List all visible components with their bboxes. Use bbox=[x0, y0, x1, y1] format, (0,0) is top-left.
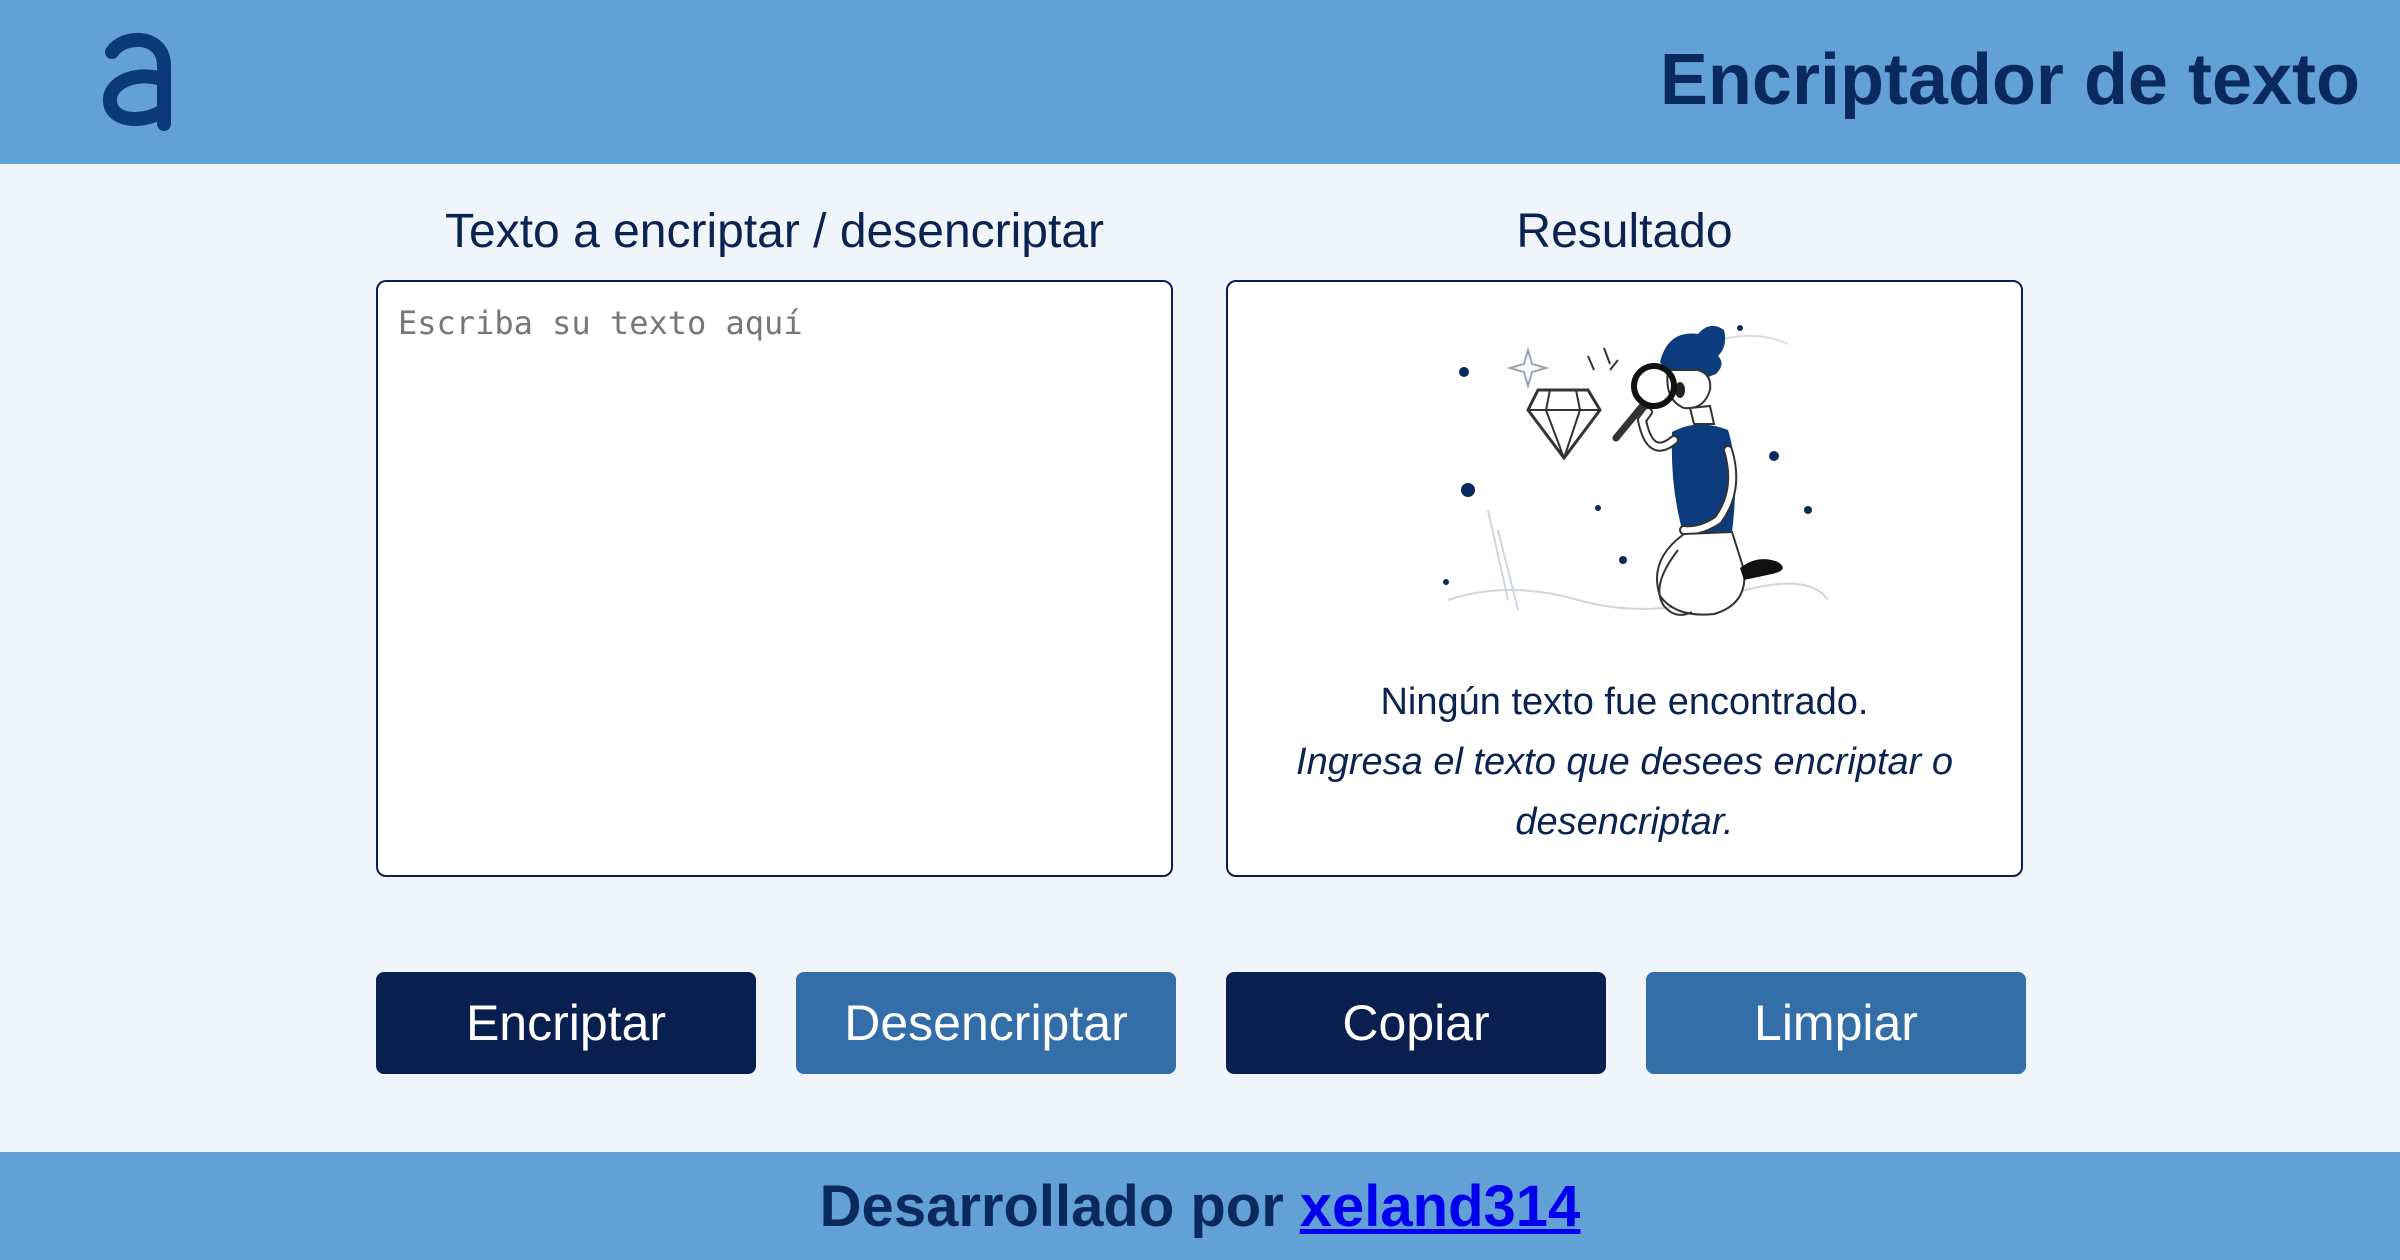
magnifier-person-illustration bbox=[1443, 325, 1828, 616]
app-header: Encriptador de texto bbox=[0, 0, 2400, 164]
text-input[interactable] bbox=[376, 280, 1173, 877]
copy-button[interactable]: Copiar bbox=[1226, 972, 1606, 1074]
author-link[interactable]: xeland314 bbox=[1300, 1173, 1581, 1240]
input-panel-title: Texto a encriptar / desencriptar bbox=[445, 205, 1104, 258]
empty-result-subtitle-line1: Ingresa el texto que desees encriptar o bbox=[1296, 741, 1953, 783]
empty-result-subtitle-line2: desencriptar. bbox=[1515, 801, 1734, 843]
clear-button[interactable]: Limpiar bbox=[1646, 972, 2026, 1074]
decrypt-button[interactable]: Desencriptar bbox=[796, 972, 1176, 1074]
encrypt-button[interactable]: Encriptar bbox=[376, 972, 756, 1074]
app-title: Encriptador de texto bbox=[1659, 40, 2360, 120]
empty-result-title: Ningún texto fue encontrado. bbox=[1380, 681, 1869, 723]
result-panel: Ningún texto fue encontrado. Ingresa el … bbox=[1226, 280, 2023, 877]
output-panel-title: Resultado bbox=[1516, 205, 1733, 258]
footer-prefix: Desarrollado por bbox=[819, 1173, 1284, 1239]
logo-icon bbox=[103, 32, 171, 131]
app-footer: Desarrollado por xeland314 bbox=[0, 1152, 2400, 1260]
